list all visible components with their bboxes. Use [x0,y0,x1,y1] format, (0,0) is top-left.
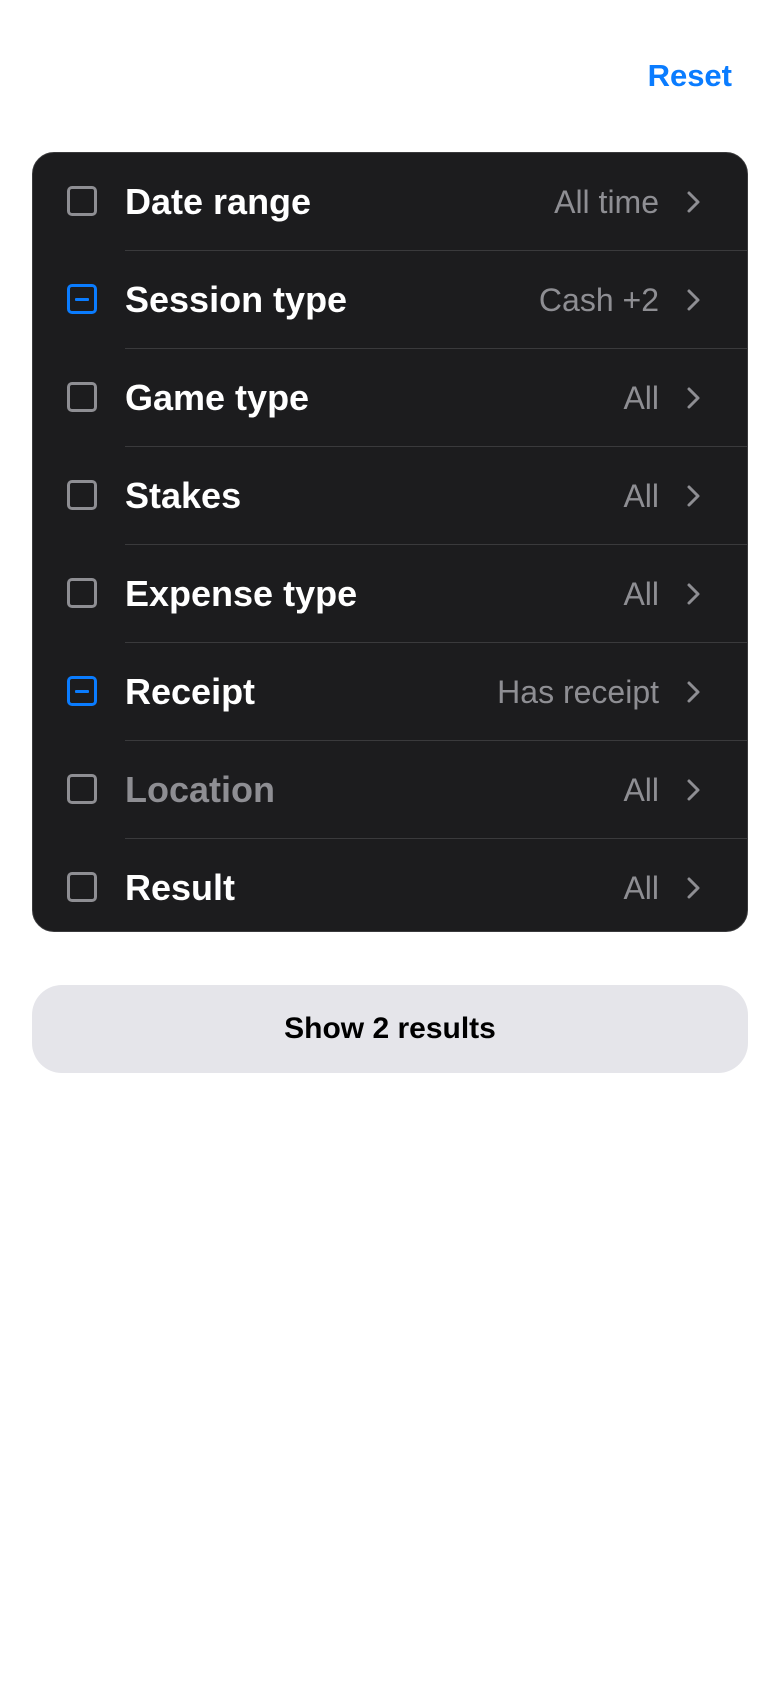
reset-button[interactable]: Reset [648,54,732,98]
checkbox-empty-icon[interactable] [67,872,97,902]
filter-row-location[interactable]: Location All [33,741,747,839]
filter-label: Receipt [125,671,256,712]
filter-list: Date range All time Session type Cash +2… [32,152,748,932]
filter-value: All [623,478,659,514]
filter-row-session-type[interactable]: Session type Cash +2 [33,251,747,349]
filter-row-result[interactable]: Result All [33,839,747,931]
chevron-right-icon [687,877,700,899]
show-results-button[interactable]: Show 2 results [32,985,748,1073]
filter-row-receipt[interactable]: Receipt Has receipt [33,643,747,741]
filter-row-stakes[interactable]: Stakes All [33,447,747,545]
checkbox-empty-icon[interactable] [67,578,97,608]
chevron-right-icon [687,681,700,703]
filter-value: Cash +2 [538,282,659,318]
filter-row-expense-type[interactable]: Expense type All [33,545,747,643]
filter-value: All [623,380,659,416]
chevron-right-icon [687,779,700,801]
filter-label: Location [125,769,275,810]
checkbox-indeterminate-icon[interactable] [67,284,97,314]
chevron-right-icon [687,583,700,605]
filter-row-game-type[interactable]: Game type All [33,349,747,447]
filter-value: Has receipt [497,674,659,710]
checkbox-empty-icon[interactable] [67,186,97,216]
chevron-right-icon [687,485,700,507]
filter-label: Expense type [125,573,358,614]
filter-label: Stakes [125,475,242,516]
filter-value: All [623,870,659,906]
chevron-right-icon [687,289,700,311]
filter-value: All [623,772,659,808]
chevron-right-icon [687,191,700,213]
checkbox-empty-icon[interactable] [67,480,97,510]
filter-label: Result [125,867,236,908]
checkbox-indeterminate-icon[interactable] [67,676,97,706]
checkbox-empty-icon[interactable] [67,382,97,412]
filter-value: All time [554,184,659,220]
filter-label: Date range [125,181,312,222]
filter-row-date-range[interactable]: Date range All time [33,153,747,251]
top-bar: Reset [0,0,780,150]
filter-value: All [623,576,659,612]
checkbox-empty-icon[interactable] [67,774,97,804]
filter-label: Game type [125,377,310,418]
chevron-right-icon [687,387,700,409]
filter-label: Session type [125,279,348,320]
